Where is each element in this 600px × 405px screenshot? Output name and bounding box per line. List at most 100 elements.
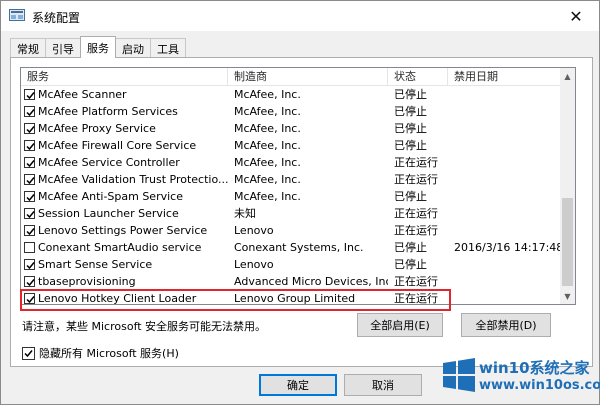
cell-service: Lenovo Hotkey Client Loader [38, 292, 197, 305]
service-checkbox[interactable] [24, 191, 35, 202]
cell-status: 已停止 [394, 105, 427, 118]
cell-status: 正在运行 [394, 275, 438, 288]
service-checkbox[interactable] [24, 259, 35, 270]
site-watermark: win10系统之家 www.win10os.com [441, 353, 600, 401]
tab-tools[interactable]: 工具 [150, 38, 186, 58]
hide-ms-services-checkbox[interactable] [22, 346, 35, 360]
cell-disabled-date [454, 154, 561, 171]
cell-manufacturer: McAfee, Inc. [234, 139, 301, 152]
hide-ms-services-option[interactable]: 隐藏所有 Microsoft 服务(H) [22, 345, 179, 361]
service-checkbox[interactable] [24, 293, 35, 304]
cell-service: Conexant SmartAudio service [38, 241, 202, 254]
tab-startup[interactable]: 启动 [115, 38, 151, 58]
list-rows: McAfee Scanner McAfee, Inc. 已停止 McAfee Plat… [21, 86, 561, 305]
cell-disabled-date [454, 188, 561, 205]
service-checkbox[interactable] [24, 106, 35, 117]
service-checkbox[interactable] [24, 174, 35, 185]
cell-status: 正在运行 [394, 207, 438, 220]
service-checkbox[interactable] [24, 140, 35, 151]
tab-general[interactable]: 常规 [10, 38, 46, 58]
security-note: 请注意，某些 Microsoft 安全服务可能无法禁用。 [22, 320, 267, 333]
table-row[interactable]: McAfee Scanner McAfee, Inc. 已停止 [21, 86, 561, 103]
cell-manufacturer: McAfee, Inc. [234, 156, 301, 169]
cell-manufacturer: McAfee, Inc. [234, 105, 301, 118]
column-header-service[interactable]: 服务 [21, 68, 228, 86]
cell-service: McAfee Service Controller [38, 156, 180, 169]
table-row[interactable]: Lenovo Settings Power Service Lenovo 正在运行 [21, 222, 561, 239]
cell-manufacturer: Lenovo Group Limited [234, 292, 356, 305]
cell-disabled-date [454, 273, 561, 290]
window-title: 系统配置 [32, 11, 81, 25]
msconfig-app-icon [9, 9, 25, 23]
table-row[interactable]: McAfee Platform Services McAfee, Inc. 已停止 [21, 103, 561, 120]
cell-manufacturer: Lenovo [234, 258, 274, 271]
cell-status: 已停止 [394, 122, 427, 135]
cell-manufacturer: McAfee, Inc. [234, 88, 301, 101]
service-checkbox[interactable] [24, 276, 35, 287]
service-checkbox[interactable] [24, 208, 35, 219]
cell-disabled-date [454, 290, 561, 304]
cell-disabled-date [454, 120, 561, 137]
vertical-scrollbar[interactable]: ▲ ▼ [560, 68, 575, 304]
table-row[interactable]: Smart Sense Service Lenovo 已停止 [21, 256, 561, 273]
table-row[interactable]: McAfee Validation Trust Protectio... McAf… [21, 171, 561, 188]
cancel-button[interactable]: 取消 [344, 374, 422, 396]
services-panel: 服务 制造商 状态 禁用日期 McAfee Scanner McAfee, Inc… [10, 57, 593, 367]
table-row[interactable]: Lenovo Hotkey Client Loader Lenovo Group … [21, 290, 561, 305]
cell-service: Smart Sense Service [38, 258, 153, 271]
cell-disabled-date [454, 137, 561, 154]
table-row[interactable]: Conexant SmartAudio service Conexant Syst… [21, 239, 561, 256]
cell-status: 已停止 [394, 241, 427, 254]
watermark-url: www.win10os.com [479, 378, 600, 393]
close-button[interactable]: ✕ [553, 1, 599, 31]
tab-strip: 常规 引导 服务 启动 工具 [10, 36, 186, 58]
cell-status: 正在运行 [394, 292, 438, 305]
cell-service: McAfee Platform Services [38, 105, 178, 118]
cell-status: 已停止 [394, 258, 427, 271]
cell-service: Lenovo Settings Power Service [38, 224, 208, 237]
watermark-title: win10系统之家 [479, 359, 590, 377]
cell-manufacturer: Lenovo [234, 224, 274, 237]
cell-disabled-date [454, 256, 561, 273]
cell-service: McAfee Validation Trust Protectio... [38, 173, 228, 186]
table-row[interactable]: McAfee Proxy Service McAfee, Inc. 已停止 [21, 120, 561, 137]
service-checkbox[interactable] [24, 242, 35, 253]
column-header-disabled-date[interactable]: 禁用日期 [448, 68, 561, 86]
cell-manufacturer: McAfee, Inc. [234, 173, 301, 186]
cell-service: Session Launcher Service [38, 207, 179, 220]
service-checkbox[interactable] [24, 89, 35, 100]
cell-status: 已停止 [394, 88, 427, 101]
tab-services[interactable]: 服务 [80, 36, 116, 58]
cell-manufacturer: McAfee, Inc. [234, 122, 301, 135]
cell-disabled-date [454, 205, 561, 222]
service-checkbox[interactable] [24, 225, 35, 236]
table-row[interactable]: McAfee Firewall Core Service McAfee, Inc.… [21, 137, 561, 154]
table-row[interactable]: Session Launcher Service 未知 正在运行 [21, 205, 561, 222]
disable-all-button[interactable]: 全部禁用(D) [461, 313, 551, 337]
cell-status: 正在运行 [394, 156, 438, 169]
column-header-status[interactable]: 状态 [388, 68, 448, 86]
scroll-down-arrow-icon[interactable]: ▼ [560, 288, 575, 304]
table-row[interactable]: McAfee Anti-Spam Service McAfee, Inc. 已停止 [21, 188, 561, 205]
cell-service: McAfee Proxy Service [38, 122, 156, 135]
service-checkbox[interactable] [24, 123, 35, 134]
hide-ms-services-label: 隐藏所有 Microsoft 服务(H) [39, 347, 179, 360]
cell-service: McAfee Firewall Core Service [38, 139, 197, 152]
column-header-manufacturer[interactable]: 制造商 [228, 68, 388, 86]
table-row[interactable]: tbaseprovisioning Advanced Micro Devices,… [21, 273, 561, 290]
cell-manufacturer: McAfee, Inc. [234, 190, 301, 203]
services-list: 服务 制造商 状态 禁用日期 McAfee Scanner McAfee, Inc… [20, 67, 576, 305]
table-row[interactable]: McAfee Service Controller McAfee, Inc. 正在运… [21, 154, 561, 171]
ok-button[interactable]: 确定 [259, 374, 337, 396]
service-checkbox[interactable] [24, 157, 35, 168]
tab-boot[interactable]: 引导 [45, 38, 81, 58]
cell-disabled-date: 2016/3/16 14:17:48 [454, 241, 561, 254]
cell-service: tbaseprovisioning [38, 275, 136, 288]
scroll-thumb[interactable] [562, 198, 573, 286]
cell-manufacturer: 未知 [234, 207, 256, 220]
enable-all-button[interactable]: 全部启用(E) [357, 313, 443, 337]
cell-status: 已停止 [394, 139, 427, 152]
cell-status: 正在运行 [394, 173, 438, 186]
cell-disabled-date [454, 86, 561, 103]
scroll-up-arrow-icon[interactable]: ▲ [560, 68, 575, 84]
